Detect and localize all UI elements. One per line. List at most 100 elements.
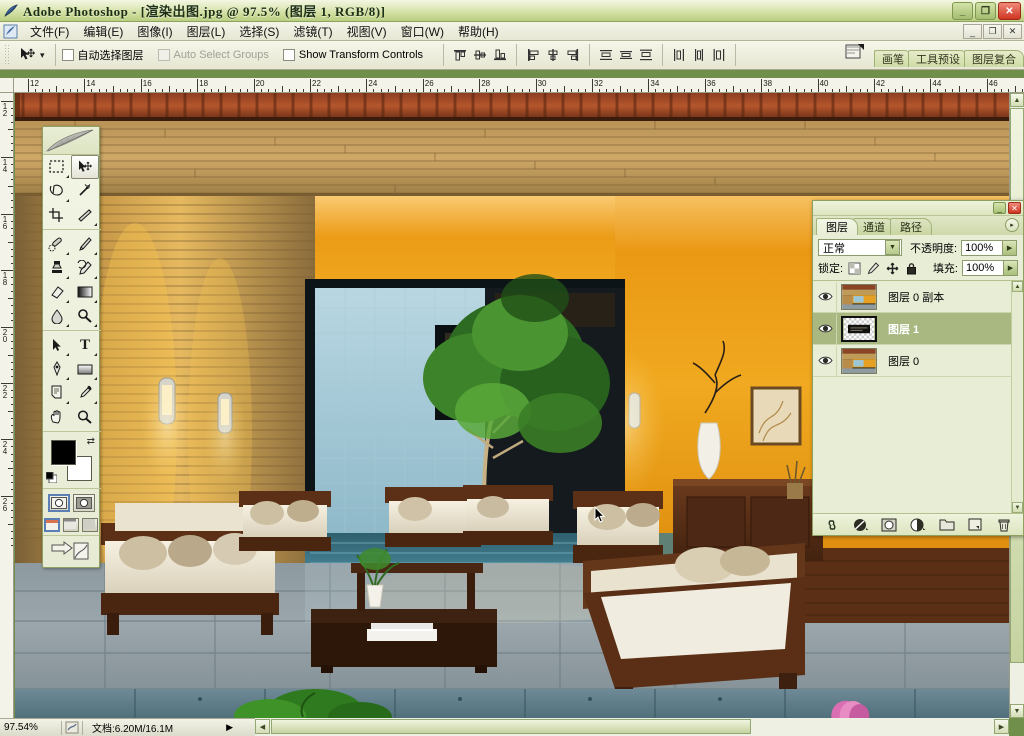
menu-item-select[interactable]: 选择(S) [232, 22, 286, 41]
document-icon[interactable] [3, 24, 19, 39]
layer-mask-button[interactable] [880, 517, 898, 533]
layer-visibility-toggle[interactable] [815, 345, 837, 376]
adjustment-layer-button[interactable] [909, 517, 927, 533]
menu-item-image[interactable]: 图像(I) [130, 22, 179, 41]
tab-channels[interactable]: 通道 [853, 218, 895, 235]
opacity-value[interactable]: 100% [961, 239, 1004, 256]
eyedropper-flyout-indicator[interactable] [94, 401, 97, 404]
new-group-button[interactable] [938, 517, 956, 533]
layer-name[interactable]: 图层 1 [881, 321, 919, 337]
layer-visibility-toggle[interactable] [815, 281, 837, 312]
slice-flyout-indicator[interactable] [94, 223, 97, 226]
pen-tool[interactable] [43, 357, 71, 381]
lock-all-icon[interactable] [904, 261, 919, 276]
default-colors-icon[interactable] [45, 471, 58, 484]
distribute-right-edges-button[interactable] [710, 46, 728, 64]
layers-palette-menu-button[interactable]: ▸ [1005, 218, 1019, 232]
distribute-bottom-edges-button[interactable] [637, 46, 655, 64]
jump-to-imageready-button[interactable] [43, 535, 99, 566]
layer-name[interactable]: 图层 0 [881, 353, 919, 369]
document-close-button[interactable]: ✕ [1003, 24, 1022, 39]
healing-brush-tool[interactable] [43, 232, 71, 256]
eraser-flyout-indicator[interactable] [66, 300, 69, 303]
notes-flyout-indicator[interactable] [66, 401, 69, 404]
tab-paths[interactable]: 路径 [890, 218, 932, 235]
clone-stamp-tool[interactable] [43, 256, 71, 280]
lock-image-pixels-icon[interactable] [866, 261, 881, 276]
fill-slider-arrow-icon[interactable]: ▶ [1004, 260, 1018, 276]
layers-palette-close-button[interactable]: ✕ [1008, 202, 1021, 214]
scroll-right-button[interactable]: ▶ [994, 719, 1009, 734]
eyedropper-tool[interactable] [71, 381, 99, 405]
scroll-left-button[interactable]: ◀ [255, 719, 270, 734]
show-transform-controls-checkbox-box[interactable] [282, 49, 295, 61]
marquee-tool[interactable] [43, 155, 71, 179]
standard-mode-button[interactable] [47, 494, 70, 512]
layer-name[interactable]: 图层 0 副本 [881, 289, 944, 305]
standard-screen-mode[interactable] [44, 518, 60, 532]
quick-mask-mode-button[interactable] [72, 494, 95, 512]
layers-scroll-up-button[interactable]: ▲ [1012, 281, 1023, 292]
align-right-edges-button[interactable] [564, 46, 582, 64]
dodge-tool[interactable] [71, 304, 99, 328]
notes-tool[interactable] [43, 381, 71, 405]
status-more-arrow[interactable]: ▶ [226, 722, 233, 733]
layer-thumbnail[interactable] [837, 347, 881, 374]
type-flyout-indicator[interactable] [94, 353, 97, 356]
layers-list-scrollbar[interactable]: ▲ ▼ [1011, 281, 1023, 513]
distribute-vertical-centers-button[interactable] [617, 46, 635, 64]
align-top-edges-button[interactable] [451, 46, 469, 64]
show-transform-controls-checkbox[interactable]: Show Transform Controls [282, 49, 423, 61]
brush-tool[interactable] [71, 232, 99, 256]
align-left-edges-button[interactable] [524, 46, 542, 64]
thumbnail-preview-icon[interactable] [65, 721, 79, 734]
scroll-down-button[interactable]: ▼ [1010, 704, 1024, 718]
zoom-level-field[interactable]: 97.54% [0, 722, 58, 733]
shape-tool[interactable] [71, 357, 99, 381]
full-screen-mode[interactable] [82, 518, 98, 532]
table-row[interactable]: 图层 0 副本 [813, 281, 1023, 313]
menu-item-layer[interactable]: 图层(L) [180, 22, 233, 41]
ruler-corner[interactable] [0, 78, 14, 93]
vertical-ruler[interactable]: 12 14 16 18 20 22 24 26 [0, 93, 14, 718]
menu-item-window[interactable]: 窗口(W) [394, 22, 451, 41]
minimize-button[interactable]: _ [952, 2, 973, 20]
blend-mode-chevron-down-icon[interactable]: ▼ [885, 240, 900, 255]
eraser-tool[interactable] [43, 280, 71, 304]
delete-layer-button[interactable] [995, 517, 1013, 533]
hand-tool[interactable] [43, 405, 71, 429]
type-tool[interactable]: T [71, 333, 99, 357]
gradient-flyout-indicator[interactable] [94, 300, 97, 303]
magic-wand-tool[interactable] [71, 179, 99, 203]
opacity-slider-arrow-icon[interactable]: ▶ [1003, 239, 1018, 256]
blend-mode-select[interactable]: 正常 ▼ [818, 239, 902, 256]
lasso-flyout-indicator[interactable] [66, 199, 69, 202]
toolbox-palette[interactable]: T ⇄ [42, 126, 101, 568]
lasso-tool[interactable] [43, 179, 71, 203]
menu-item-view[interactable]: 视图(V) [340, 22, 394, 41]
swap-colors-icon[interactable]: ⇄ [87, 436, 95, 447]
blur-flyout-indicator[interactable] [66, 324, 69, 327]
palette-well-icon[interactable] [844, 42, 866, 65]
new-layer-button[interactable] [966, 517, 984, 533]
shape-flyout-indicator[interactable] [94, 377, 97, 380]
distribute-left-edges-button[interactable] [670, 46, 688, 64]
distribute-top-edges-button[interactable] [597, 46, 615, 64]
pen-flyout-indicator[interactable] [66, 377, 69, 380]
opacity-control[interactable]: 100% ▶ [961, 239, 1018, 256]
full-screen-menubar-mode[interactable] [63, 518, 79, 532]
foreground-color-swatch[interactable] [51, 440, 76, 465]
align-vertical-centers-button[interactable] [471, 46, 489, 64]
fill-value[interactable]: 100% [962, 260, 1004, 276]
healing-flyout-indicator[interactable] [66, 252, 69, 255]
menu-item-filter[interactable]: 滤镜(T) [286, 22, 339, 41]
history-brush-flyout-indicator[interactable] [94, 276, 97, 279]
crop-tool[interactable] [43, 203, 71, 227]
layers-list[interactable]: 图层 0 副本 图层 1 图层 0 ▲ ▼ [813, 280, 1023, 513]
layers-palette-title-bar[interactable]: _ ✕ [813, 201, 1023, 216]
layer-thumbnail[interactable] [837, 283, 881, 310]
tool-preset-chevron-down-icon[interactable]: ▾ [40, 50, 45, 61]
layers-palette[interactable]: _ ✕ 图层 通道 路径 ▸ 正常 ▼ 不透明度: 100% ▶ 锁定: 填充:… [812, 200, 1024, 536]
scroll-up-button[interactable]: ▲ [1010, 93, 1024, 107]
path-selection-flyout-indicator[interactable] [66, 353, 69, 356]
